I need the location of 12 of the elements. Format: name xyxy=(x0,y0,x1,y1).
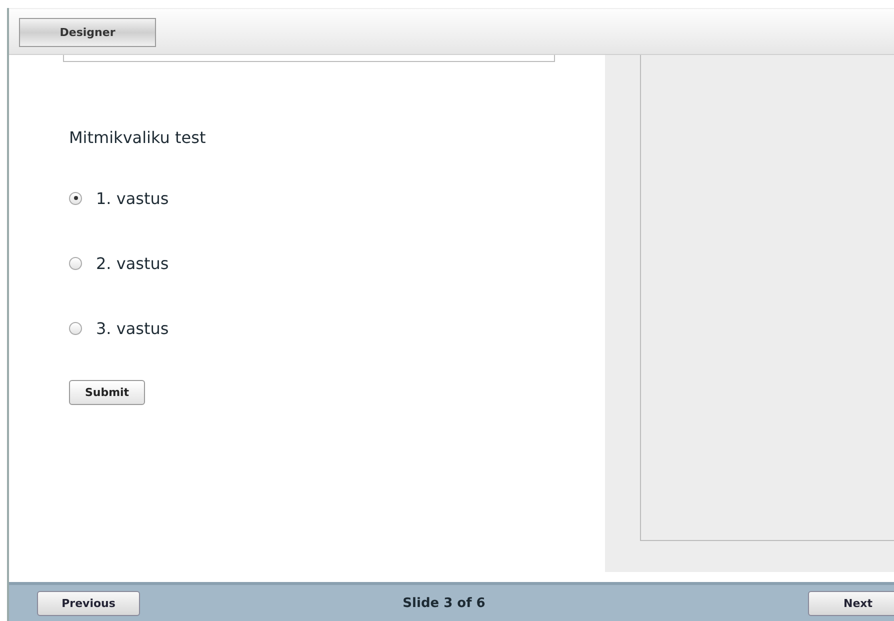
radio-button[interactable] xyxy=(69,192,82,204)
option-label[interactable]: 3. vastus xyxy=(96,318,169,338)
radio-button[interactable] xyxy=(69,322,82,334)
question-title: Mitmikvaliku test xyxy=(69,128,207,149)
option-label[interactable]: 1. vastus xyxy=(96,188,169,208)
option-label[interactable]: 2. vastus xyxy=(96,254,169,272)
slide-counter: Slide 3 of 6 xyxy=(402,596,486,610)
designer-button[interactable]: Designer xyxy=(19,18,156,47)
radio-button[interactable] xyxy=(69,256,82,270)
submit-button[interactable]: Submit xyxy=(69,380,145,405)
next-button[interactable]: Next xyxy=(808,590,894,616)
previous-button[interactable]: Previous xyxy=(37,590,140,616)
